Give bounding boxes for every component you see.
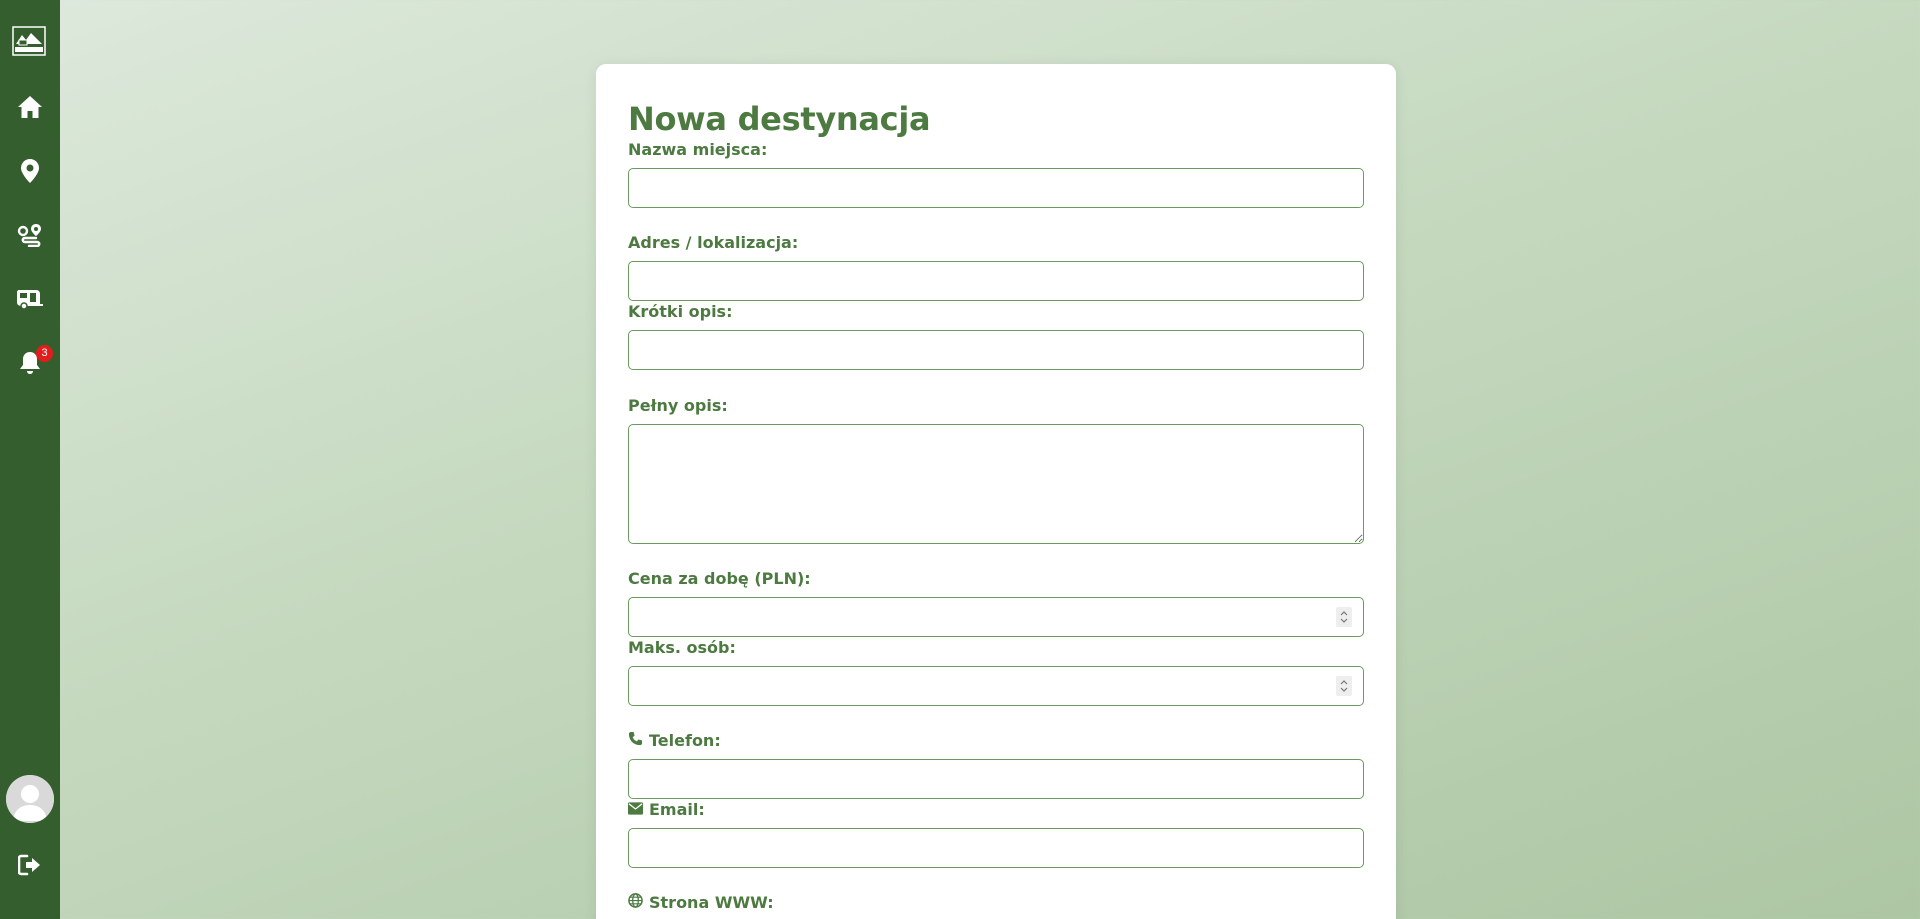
address-label-text: Adres / lokalizacja: bbox=[628, 233, 799, 252]
max-people-stepper[interactable] bbox=[1336, 676, 1352, 696]
website-label-text: Strona WWW: bbox=[649, 893, 774, 912]
notification-badge: 3 bbox=[36, 345, 53, 362]
address-label: Adres / lokalizacja: bbox=[628, 233, 798, 252]
price-field bbox=[628, 597, 1364, 637]
max-people-label: Maks. osób: bbox=[628, 638, 736, 657]
short-desc-label: Krótki opis: bbox=[628, 302, 732, 321]
sidebar-item-campers[interactable] bbox=[0, 279, 60, 319]
name-label: Nazwa miejsca: bbox=[628, 140, 767, 159]
name-label-text: Nazwa miejsca: bbox=[628, 140, 768, 159]
sidebar: 3 bbox=[0, 0, 60, 919]
globe-icon bbox=[628, 893, 643, 912]
address-input[interactable] bbox=[628, 261, 1364, 301]
short-desc-input[interactable] bbox=[628, 330, 1364, 370]
campeRAL-logo[interactable] bbox=[12, 26, 46, 56]
caravan-icon bbox=[16, 288, 44, 310]
envelope-icon bbox=[628, 800, 643, 819]
name-input[interactable] bbox=[628, 168, 1364, 208]
phone-icon bbox=[628, 731, 643, 750]
sidebar-item-home[interactable] bbox=[0, 87, 60, 127]
page-title: Nowa destynacja bbox=[628, 100, 931, 138]
phone-label: Telefon: bbox=[628, 731, 721, 750]
max-people-input[interactable] bbox=[628, 666, 1364, 706]
price-stepper[interactable] bbox=[1336, 607, 1352, 627]
map-pin-icon bbox=[21, 159, 39, 183]
full-desc-textarea[interactable] bbox=[628, 424, 1364, 544]
sidebar-item-locations[interactable] bbox=[0, 151, 60, 191]
price-label-text: Cena za dobę (PLN): bbox=[628, 569, 811, 588]
email-input[interactable] bbox=[628, 828, 1364, 868]
price-label: Cena za dobę (PLN): bbox=[628, 569, 811, 588]
price-input[interactable] bbox=[628, 597, 1364, 637]
website-label: Strona WWW: bbox=[628, 893, 774, 912]
logout-button[interactable] bbox=[0, 845, 60, 885]
new-destination-card: Nowa destynacja Nazwa miejsca: Adres / l… bbox=[596, 64, 1396, 919]
route-icon bbox=[17, 223, 43, 247]
home-icon bbox=[17, 95, 43, 119]
full-desc-label-text: Pełny opis: bbox=[628, 396, 728, 415]
max-people-field bbox=[628, 666, 1364, 706]
phone-label-text: Telefon: bbox=[649, 731, 721, 750]
logout-icon bbox=[18, 854, 42, 876]
phone-input[interactable] bbox=[628, 759, 1364, 799]
email-label-text: Email: bbox=[649, 800, 705, 819]
short-desc-label-text: Krótki opis: bbox=[628, 302, 733, 321]
email-label: Email: bbox=[628, 800, 705, 819]
full-desc-label: Pełny opis: bbox=[628, 396, 728, 415]
avatar[interactable] bbox=[6, 775, 54, 823]
sidebar-item-routes[interactable] bbox=[0, 215, 60, 255]
max-people-label-text: Maks. osób: bbox=[628, 638, 736, 657]
sidebar-item-notifications[interactable]: 3 bbox=[0, 343, 60, 383]
